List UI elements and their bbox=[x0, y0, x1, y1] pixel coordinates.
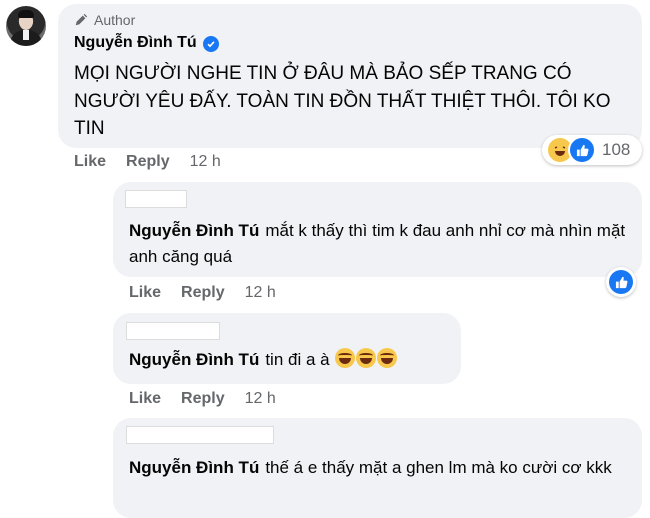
laughing-face-icon bbox=[377, 348, 398, 368]
reply-reaction[interactable] bbox=[606, 267, 636, 297]
author-name[interactable]: Nguyễn Đình Tú bbox=[74, 34, 197, 51]
pencil-icon bbox=[75, 13, 88, 26]
timestamp[interactable]: 12 h bbox=[190, 153, 221, 171]
like-button[interactable]: Like bbox=[129, 390, 161, 408]
reply-text-block: Nguyễn Đình Tú mắt k thấy thì tim k đau a… bbox=[129, 218, 629, 270]
redacted-name bbox=[126, 426, 274, 444]
like-icon bbox=[609, 270, 633, 294]
reply-button[interactable]: Reply bbox=[181, 390, 225, 408]
comment-actions: Like Reply 12 h bbox=[74, 153, 221, 171]
reply-actions: Like Reply 12 h bbox=[129, 284, 276, 302]
laughing-face-icon bbox=[356, 348, 377, 368]
verified-badge-icon bbox=[202, 36, 219, 52]
reply-author-name[interactable]: Nguyễn Đình Tú bbox=[129, 221, 259, 240]
reply-text: tin đi a à bbox=[265, 350, 330, 369]
reply-text-block: Nguyễn Đình Tú thế á e thấy mặt a ghen lm… bbox=[129, 455, 619, 481]
comment-text: MỌI NGƯỜI NGHE TIN Ở ĐÂU MÀ BẢO SẾP TRAN… bbox=[74, 63, 611, 139]
like-icon bbox=[568, 136, 596, 164]
redacted-name bbox=[126, 322, 220, 340]
author-badge-label: Author bbox=[94, 12, 136, 28]
reply-text-block: Nguyễn Đình Tú tin đi a à bbox=[129, 347, 398, 373]
reply-text: thế á e thấy mặt a ghen lm mà ko cười cơ… bbox=[265, 458, 612, 477]
comment-header: Nguyễn Đình Tú bbox=[74, 34, 219, 52]
reply-author-name[interactable]: Nguyễn Đình Tú bbox=[129, 350, 259, 369]
reactions-summary[interactable]: 108 bbox=[542, 135, 642, 165]
like-button[interactable]: Like bbox=[74, 153, 106, 171]
timestamp[interactable]: 12 h bbox=[245, 284, 276, 302]
reply-button[interactable]: Reply bbox=[181, 284, 225, 302]
author-badge: Author bbox=[74, 12, 135, 28]
reply-author-name[interactable]: Nguyễn Đình Tú bbox=[129, 458, 259, 477]
reply-actions: Like Reply 12 h bbox=[129, 390, 276, 408]
reply-button[interactable]: Reply bbox=[126, 153, 170, 171]
timestamp[interactable]: 12 h bbox=[245, 390, 276, 408]
like-button[interactable]: Like bbox=[129, 284, 161, 302]
author-avatar[interactable] bbox=[6, 6, 46, 46]
laughing-face-icon bbox=[335, 348, 356, 368]
reaction-count: 108 bbox=[602, 140, 631, 159]
redacted-name bbox=[125, 190, 187, 208]
